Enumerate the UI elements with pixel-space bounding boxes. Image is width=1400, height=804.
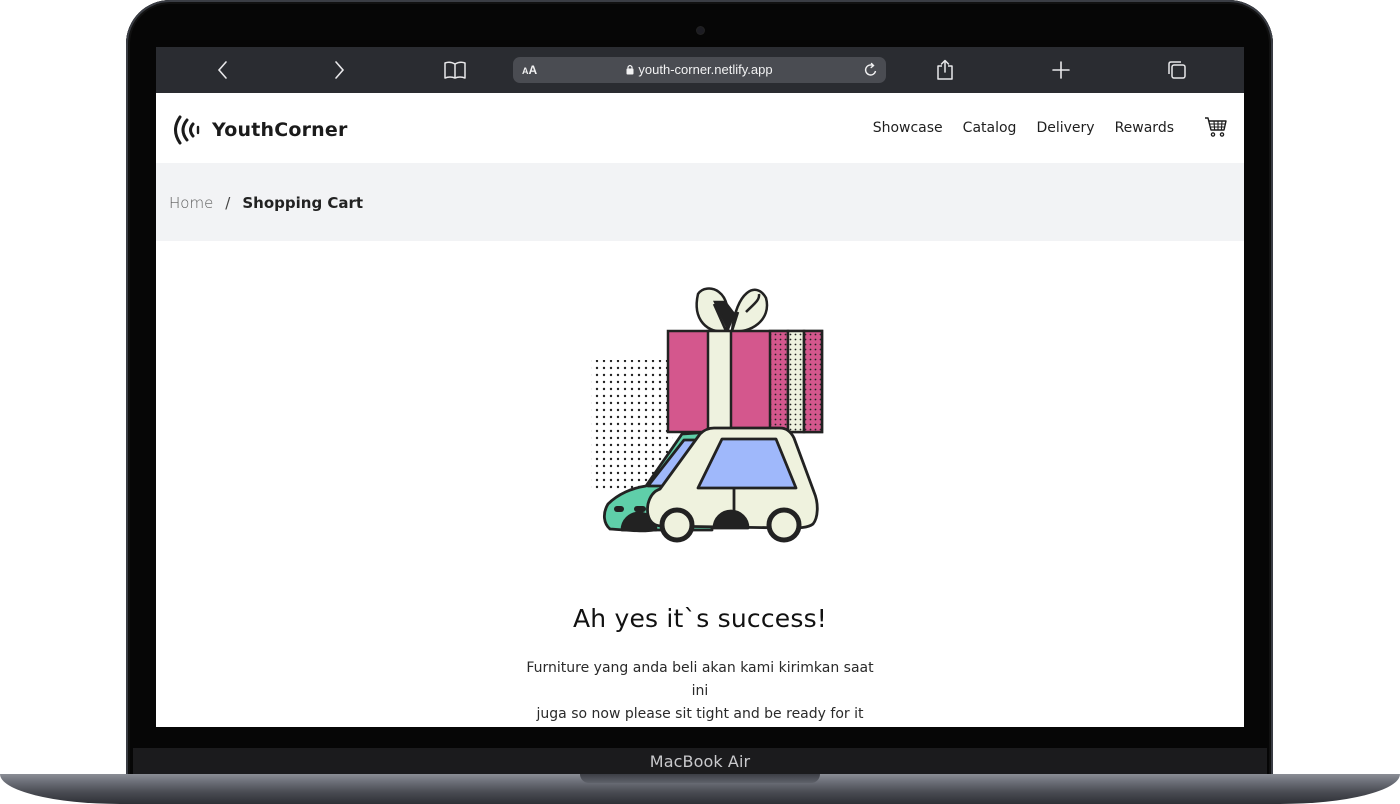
nav-catalog[interactable]: Catalog [963, 120, 1017, 136]
plus-icon [1052, 61, 1070, 79]
chevron-left-icon [217, 61, 227, 79]
breadcrumb-home[interactable]: Home [169, 194, 213, 212]
gift-delivery-illustration [591, 287, 824, 543]
camera-icon [697, 27, 704, 34]
cart-icon[interactable] [1204, 116, 1228, 138]
nav-showcase[interactable]: Showcase [873, 120, 943, 136]
device-label: MacBook Air [649, 752, 751, 771]
reload-icon[interactable] [863, 62, 879, 78]
nav-rewards[interactable]: Rewards [1115, 120, 1174, 136]
main-nav: Showcase Catalog Delivery Rewards [873, 120, 1174, 136]
gift-box [666, 329, 824, 434]
breadcrumb-separator: / [225, 194, 231, 212]
new-tab-button[interactable] [1041, 47, 1081, 93]
brand-name: YouthCorner [212, 119, 348, 141]
breadcrumb-bar: Home / Shopping Cart [156, 163, 1244, 241]
lock-icon [626, 64, 634, 75]
success-message-line-1: Furniture yang anda beli akan kami kirim… [526, 660, 874, 699]
breadcrumb-current: Shopping Cart [242, 194, 364, 212]
share-icon [937, 59, 953, 80]
bookmarks-button[interactable] [435, 47, 475, 93]
brand-logo[interactable]: YouthCorner [172, 115, 348, 145]
chevron-right-icon [335, 61, 345, 79]
back-button[interactable] [203, 47, 243, 93]
tabs-icon [1168, 61, 1186, 79]
laptop-notch [580, 774, 820, 783]
success-message-line-2: juga so now please sit tight and be read… [536, 706, 864, 722]
site-navbar: YouthCorner Showcase Catalog Delivery Re… [156, 93, 1244, 163]
gift-bow [695, 287, 769, 333]
share-button[interactable] [925, 47, 965, 93]
screen: AA youth-corner.netlify.app YouthCorner [156, 47, 1244, 727]
nav-delivery[interactable]: Delivery [1036, 120, 1094, 136]
browser-toolbar: AA youth-corner.netlify.app [156, 47, 1244, 93]
success-message: Furniture yang anda beli akan kami kirim… [516, 657, 884, 726]
address-bar[interactable]: AA youth-corner.netlify.app [513, 57, 886, 83]
youthcorner-logo-icon [174, 115, 200, 145]
success-title: Ah yes it`s success! [572, 604, 828, 633]
breadcrumb: Home / Shopping Cart [169, 194, 363, 212]
book-icon [444, 61, 466, 79]
tabs-button[interactable] [1157, 47, 1197, 93]
forward-button[interactable] [319, 47, 359, 93]
url-text: youth-corner.netlify.app [638, 62, 773, 77]
